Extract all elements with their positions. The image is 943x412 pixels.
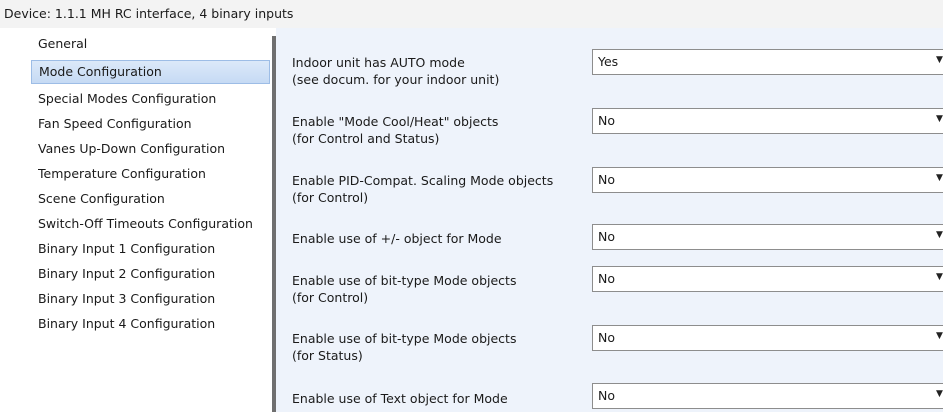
param-label: Enable "Mode Cool/Heat" objects (for Con… [292, 113, 592, 147]
sidebar-item-special-modes-configuration[interactable]: Special Modes Configuration [38, 87, 270, 111]
chevron-down-icon: ▼ [936, 331, 943, 341]
select-value: Yes [598, 54, 619, 69]
sidebar-item-binary-input-3-configuration[interactable]: Binary Input 3 Configuration [38, 287, 270, 311]
sidebar-item-binary-input-2-configuration[interactable]: Binary Input 2 Configuration [38, 262, 270, 286]
pid-scaling-select[interactable]: No ▼ [592, 167, 943, 193]
window-header: Device: 1.1.1 MH RC interface, 4 binary … [0, 0, 943, 28]
sidebar-item-mode-configuration[interactable]: Mode Configuration [31, 60, 270, 84]
select-value: No [598, 113, 615, 128]
device-title: Device: 1.1.1 MH RC interface, 4 binary … [4, 6, 294, 21]
param-label: Enable use of +/- object for Mode [292, 230, 592, 247]
bit-mode-control-select[interactable]: No ▼ [592, 266, 943, 292]
select-value: No [598, 388, 615, 403]
param-label-line: Enable use of Text object for Mode [292, 391, 508, 406]
param-label-line: Enable "Mode Cool/Heat" objects [292, 114, 499, 129]
sidebar-item-switch-off-timeouts-configuration[interactable]: Switch-Off Timeouts Configuration [38, 212, 270, 236]
select-value: No [598, 172, 615, 187]
select-value: No [598, 229, 615, 244]
param-label-line: (see docum. for your indoor unit) [292, 72, 500, 87]
auto-mode-select[interactable]: Yes ▼ [592, 49, 943, 75]
param-label-line: (for Control) [292, 190, 369, 205]
param-label: Indoor unit has AUTO mode (see docum. fo… [292, 54, 592, 88]
sidebar-item-temperature-configuration[interactable]: Temperature Configuration [38, 162, 270, 186]
param-label: Enable use of Text object for Mode [292, 390, 592, 407]
chevron-down-icon: ▼ [936, 230, 943, 240]
sidebar-item-fan-speed-configuration[interactable]: Fan Speed Configuration [38, 112, 270, 136]
sidebar-item-binary-input-4-configuration[interactable]: Binary Input 4 Configuration [38, 312, 270, 336]
chevron-down-icon: ▼ [936, 114, 943, 124]
param-label-line: Indoor unit has AUTO mode [292, 55, 465, 70]
text-mode-select[interactable]: No ▼ [592, 383, 943, 409]
param-label-line: (for Status) [292, 348, 363, 363]
parameter-panel: Indoor unit has AUTO mode (see docum. fo… [276, 28, 943, 412]
sidebar-item-general[interactable]: General [38, 32, 270, 56]
param-label-line: Enable use of bit-type Mode objects [292, 273, 517, 288]
sidebar: General Mode Configuration Special Modes… [0, 28, 272, 412]
sidebar-item-binary-input-1-configuration[interactable]: Binary Input 1 Configuration [38, 237, 270, 261]
select-value: No [598, 330, 615, 345]
chevron-down-icon: ▼ [936, 173, 943, 183]
chevron-down-icon: ▼ [936, 389, 943, 399]
mode-cool-heat-select[interactable]: No ▼ [592, 108, 943, 134]
param-label-line: Enable PID-Compat. Scaling Mode objects [292, 173, 554, 188]
sidebar-item-vanes-up-down-configuration[interactable]: Vanes Up-Down Configuration [38, 137, 270, 161]
param-label-line: Enable use of +/- object for Mode [292, 231, 502, 246]
param-label-line: (for Control) [292, 290, 369, 305]
param-label: Enable use of bit-type Mode objects (for… [292, 272, 592, 306]
param-label-line: Enable use of bit-type Mode objects [292, 331, 517, 346]
select-value: No [598, 271, 615, 286]
param-label: Enable use of bit-type Mode objects (for… [292, 330, 592, 364]
param-label: Enable PID-Compat. Scaling Mode objects … [292, 172, 592, 206]
chevron-down-icon: ▼ [936, 272, 943, 282]
sidebar-item-scene-configuration[interactable]: Scene Configuration [38, 187, 270, 211]
param-label-line: (for Control and Status) [292, 131, 440, 146]
chevron-down-icon: ▼ [936, 55, 943, 65]
bit-mode-status-select[interactable]: No ▼ [592, 325, 943, 351]
plus-minus-mode-select[interactable]: No ▼ [592, 224, 943, 250]
